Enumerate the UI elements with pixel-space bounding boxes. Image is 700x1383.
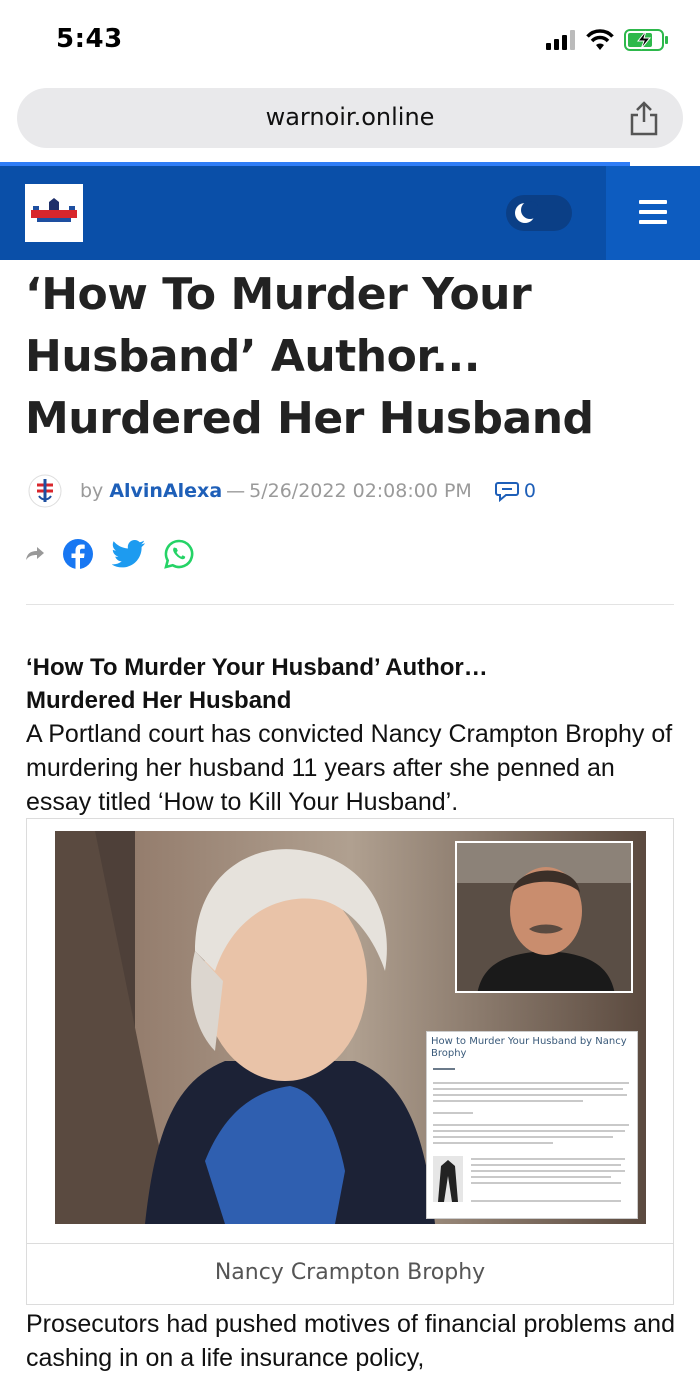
publish-date: 5/26/2022 02:08:00 PM [249, 480, 472, 502]
site-header [0, 166, 700, 260]
article-subheading: ‘How To Murder Your Husband’ Author… Mur… [26, 654, 488, 714]
inset-line [433, 1136, 613, 1138]
inset-line [433, 1142, 553, 1144]
author-avatar[interactable] [28, 474, 62, 508]
caption-divider [27, 1243, 673, 1244]
inset-line [433, 1130, 625, 1132]
meta-separator: — [226, 480, 246, 502]
article-figure: How to Murder Your Husband by Nancy Brop… [26, 818, 674, 1305]
article-photo[interactable]: How to Murder Your Husband by Nancy Brop… [55, 831, 646, 1224]
inset-line [471, 1164, 621, 1166]
status-bar: 5:43 [0, 0, 700, 84]
menu-button[interactable] [606, 166, 700, 260]
man-portrait-illustration [457, 843, 631, 991]
inset-line [433, 1124, 629, 1126]
dark-mode-toggle[interactable] [506, 195, 572, 231]
article-meta: by AlvinAlexa — 5/26/2022 02:08:00 PM 0 [28, 474, 536, 508]
hamburger-icon [639, 200, 667, 230]
author-link[interactable]: AlvinAlexa [109, 480, 222, 502]
inset-line [471, 1170, 625, 1172]
battery-charging-icon [624, 29, 668, 51]
inset-line [433, 1082, 629, 1084]
site-logo[interactable] [25, 184, 83, 242]
inset-line [471, 1176, 611, 1178]
share-row [26, 538, 194, 570]
address-bar[interactable]: warnoir.online [17, 88, 683, 148]
twitter-icon[interactable] [112, 540, 146, 568]
inset-line [433, 1100, 583, 1102]
wifi-icon [586, 29, 614, 50]
inset-line [471, 1200, 621, 1202]
divider [26, 604, 674, 605]
inset-line [433, 1112, 473, 1114]
inset-article-title: How to Murder Your Husband by Nancy Brop… [431, 1036, 627, 1059]
article-intro: A Portland court has convicted Nancy Cra… [26, 720, 673, 816]
facebook-icon[interactable] [62, 538, 94, 570]
logo-icon [31, 198, 77, 222]
article-title: ‘How To Murder Your Husband’ Author... M… [25, 269, 594, 444]
inset-figure-icon [433, 1156, 463, 1202]
url-text[interactable]: warnoir.online [17, 103, 683, 131]
by-label: by [80, 480, 104, 502]
comment-icon[interactable] [494, 480, 520, 502]
inset-portrait [455, 841, 633, 993]
inset-line [471, 1182, 621, 1184]
moon-icon [515, 201, 538, 223]
inset-line [433, 1088, 623, 1090]
whatsapp-icon[interactable] [164, 539, 194, 569]
share-icon[interactable] [627, 100, 661, 136]
cellular-signal-icon [546, 30, 575, 50]
share-arrow-icon [26, 547, 44, 560]
inset-line [433, 1068, 455, 1070]
inset-line [471, 1158, 625, 1160]
comment-count[interactable]: 0 [524, 480, 536, 502]
status-time: 5:43 [56, 24, 123, 54]
inset-line [433, 1094, 627, 1096]
inset-article: How to Murder Your Husband by Nancy Brop… [426, 1031, 638, 1219]
figure-caption: Nancy Crampton Brophy [214, 1260, 486, 1285]
article-paragraph: Prosecutors had pushed motives of financ… [26, 1310, 675, 1372]
status-icons [546, 28, 670, 52]
